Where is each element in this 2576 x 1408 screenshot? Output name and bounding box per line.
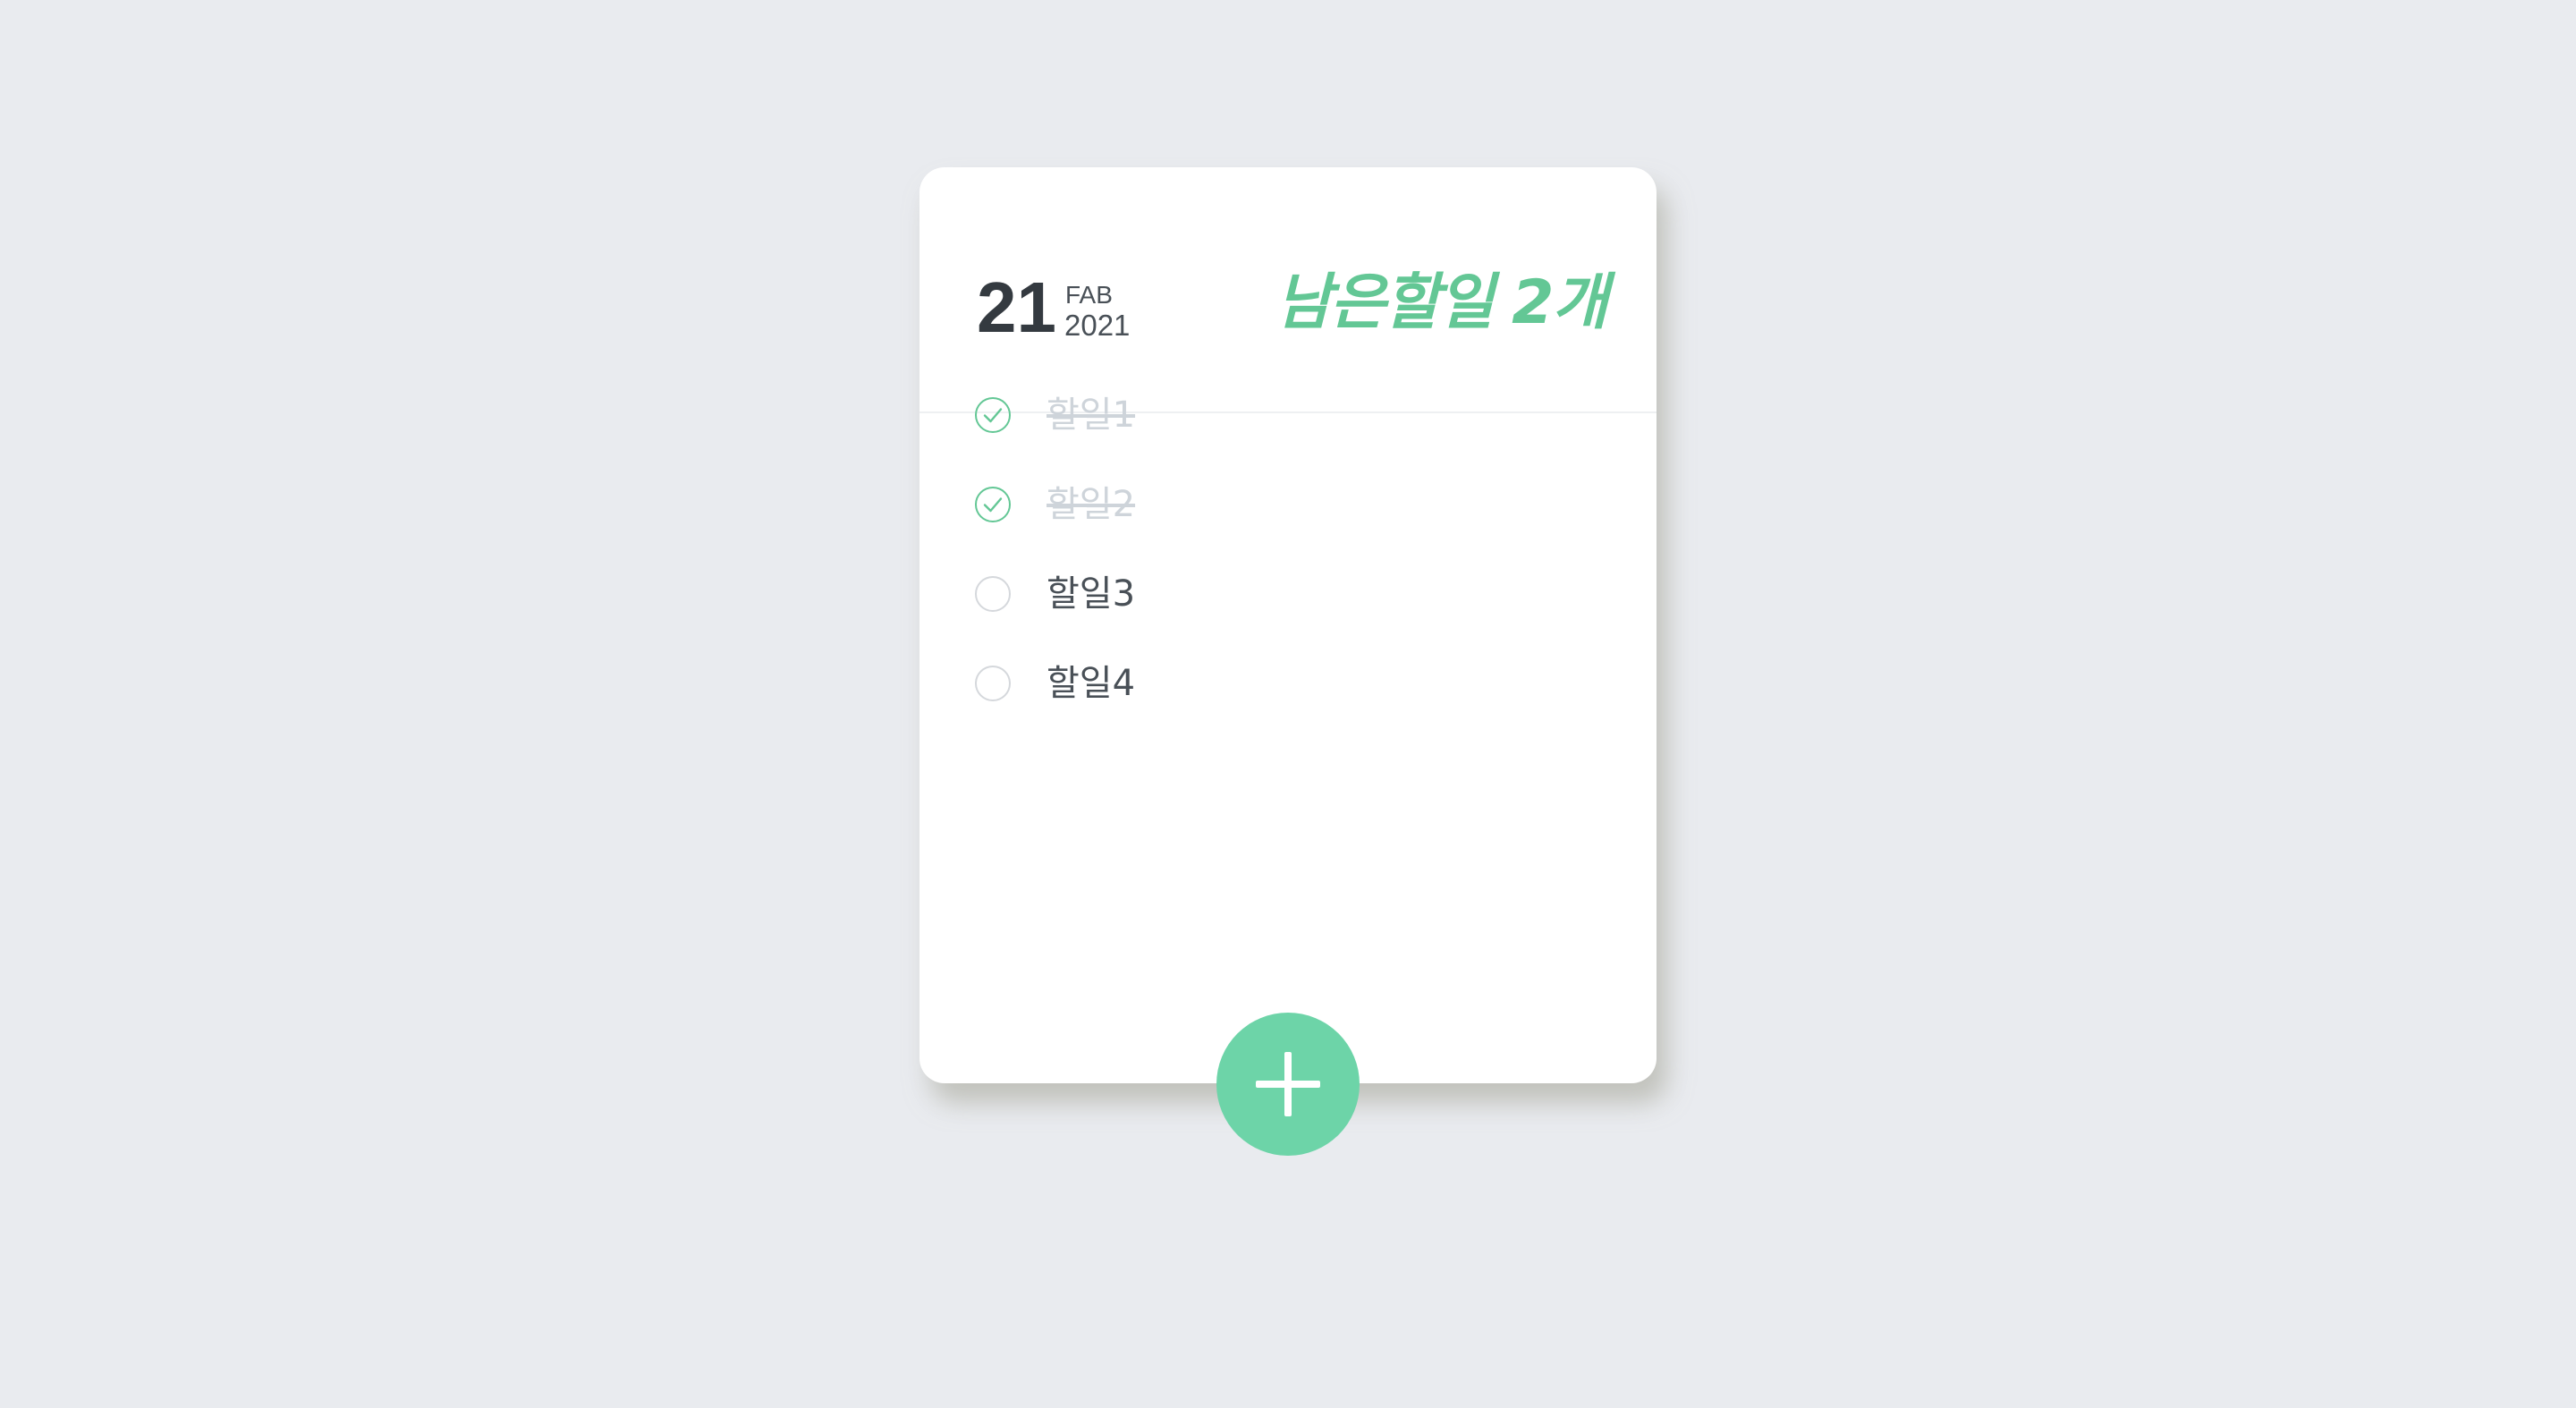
todo-item[interactable]: 할일4 [975,661,1583,706]
plus-icon [1256,1052,1320,1116]
checkmark-icon [983,408,1003,423]
checked-circle[interactable] [975,487,1011,522]
todo-card: 21 FAB 2021 남은할일 2개 할일1 할일2 할일3 할일4 [919,167,1657,1083]
todo-item[interactable]: 할일2 [975,482,1583,527]
checkmark-icon [983,497,1003,513]
todo-text: 할일4 [1046,663,1136,704]
date-month: FAB [1065,281,1113,309]
checked-circle[interactable] [975,397,1011,433]
todo-item[interactable]: 할일1 [975,393,1583,437]
add-todo-button[interactable] [1216,1013,1360,1156]
todo-text: 할일3 [1046,573,1136,615]
unchecked-circle[interactable] [975,666,1011,701]
todo-text: 할일1 [1046,394,1136,436]
remaining-count: 남은할일 2개 [1275,267,1608,338]
unchecked-circle[interactable] [975,576,1011,612]
todo-text: 할일2 [1046,484,1136,525]
todo-header: 21 FAB 2021 남은할일 2개 [919,167,1657,413]
date-year: 2021 [1064,309,1131,342]
date-day: 21 [977,267,1056,347]
todo-item[interactable]: 할일3 [975,572,1583,616]
